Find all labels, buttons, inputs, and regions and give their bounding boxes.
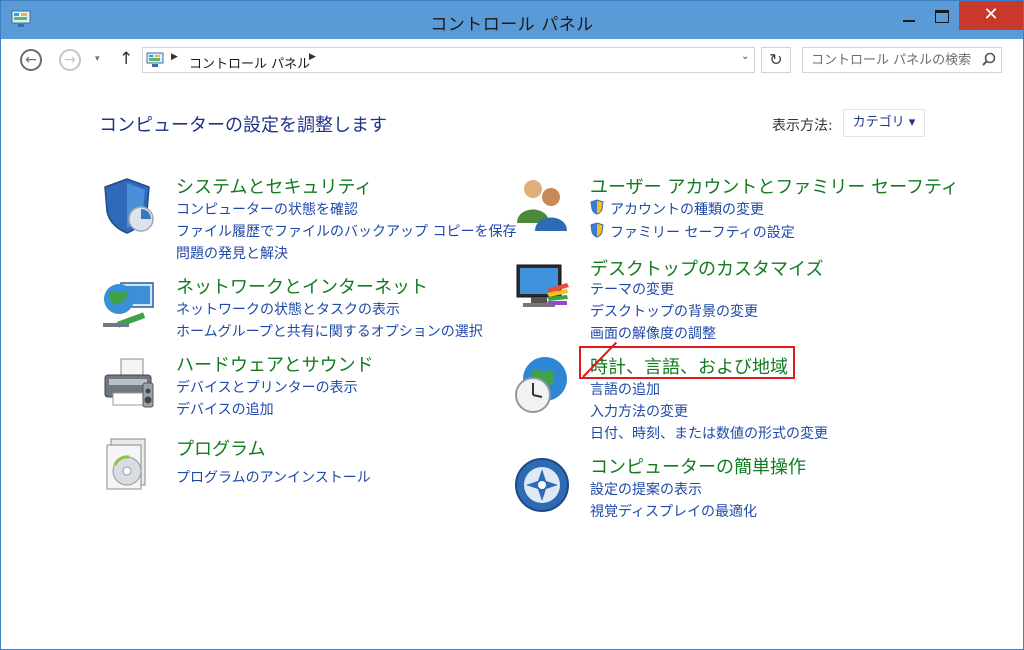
link-add-device[interactable]: デバイスの追加	[176, 399, 274, 419]
address-bar[interactable]: ▶ コントロール パネル ▶	[142, 47, 755, 73]
breadcrumb-separator-icon[interactable]: ▶	[309, 52, 316, 62]
link-uninstall-program[interactable]: プログラムのアンインストール	[176, 467, 371, 487]
address-dropdown-icon[interactable]: ⌄	[741, 51, 749, 62]
back-button[interactable]: ←	[20, 49, 42, 71]
search-icon[interactable]	[982, 52, 996, 66]
forward-button[interactable]: →	[59, 49, 81, 71]
printer-icon[interactable]	[99, 353, 157, 413]
recent-locations-dropdown[interactable]: ▾	[95, 54, 100, 64]
programs-icon[interactable]	[99, 433, 157, 493]
network-icon[interactable]	[99, 273, 157, 333]
link-find-fix-problems[interactable]: 問題の発見と解決	[176, 243, 288, 263]
link-change-account-type[interactable]: アカウントの種類の変更	[610, 199, 764, 219]
shield-icon[interactable]	[99, 175, 157, 235]
link-file-history-backup[interactable]: ファイル履歴でファイルのバックアップ コピーを保存	[176, 221, 516, 241]
ease-of-access-icon[interactable]	[513, 455, 571, 515]
breadcrumb-control-panel[interactable]: コントロール パネル	[189, 53, 310, 72]
title-bar[interactable]: コントロール パネル ✕	[1, 1, 1023, 39]
link-recommended-settings[interactable]: 設定の提案の表示	[590, 479, 702, 499]
refresh-button[interactable]: ↻	[761, 47, 791, 73]
link-adjust-resolution[interactable]: 画面の解像度の調整	[590, 323, 716, 343]
category-title-programs[interactable]: プログラム	[176, 435, 265, 461]
link-devices-printers[interactable]: デバイスとプリンターの表示	[176, 377, 358, 397]
minimize-button[interactable]	[887, 1, 931, 31]
category-title-system-security[interactable]: システムとセキュリティ	[176, 173, 372, 199]
page-title: コンピューターの設定を調整します	[99, 115, 387, 136]
close-icon: ✕	[983, 4, 999, 25]
link-optimize-visual-display[interactable]: 視覚ディスプレイの最適化	[590, 501, 757, 521]
link-add-language[interactable]: 言語の追加	[590, 379, 660, 399]
annotation-highlight-box	[579, 346, 795, 379]
category-title-ease-of-access[interactable]: コンピューターの簡単操作	[590, 453, 806, 479]
link-family-safety[interactable]: ファミリー セーフティの設定	[610, 222, 795, 242]
link-change-input-methods[interactable]: 入力方法の変更	[590, 401, 688, 421]
uac-shield-icon	[590, 199, 604, 215]
link-change-theme[interactable]: テーマの変更	[590, 279, 674, 299]
navigation-bar: ← → ▾ ↑ ▶ コントロール パネル ▶ ⌄ ↻	[9, 39, 1015, 83]
up-button[interactable]: ↑	[119, 49, 133, 69]
view-by-label: 表示方法:	[772, 118, 833, 134]
close-button[interactable]: ✕	[959, 1, 1023, 30]
link-network-status-tasks[interactable]: ネットワークの状態とタスクの表示	[176, 299, 400, 319]
breadcrumb-separator-icon[interactable]: ▶	[171, 52, 178, 62]
clock-globe-icon[interactable]	[513, 355, 571, 415]
view-by-dropdown[interactable]: カテゴリ ▾	[843, 109, 925, 137]
main-content: コンピューターの設定を調整します 表示方法: カテゴリ ▾ システムとセキュリテ…	[9, 83, 1015, 643]
users-icon[interactable]	[513, 175, 571, 235]
category-title-network-internet[interactable]: ネットワークとインターネット	[176, 273, 428, 299]
link-change-desktop-background[interactable]: デスクトップの背景の変更	[590, 301, 758, 321]
link-check-computer-status[interactable]: コンピューターの状態を確認	[176, 199, 358, 219]
link-homegroup-sharing-options[interactable]: ホームグループと共有に関するオプションの選択	[176, 321, 483, 341]
maximize-button[interactable]	[931, 1, 957, 31]
category-title-appearance[interactable]: デスクトップのカスタマイズ	[590, 255, 823, 281]
control-panel-icon	[146, 52, 164, 67]
uac-shield-icon	[590, 222, 604, 238]
category-title-user-accounts[interactable]: ユーザー アカウントとファミリー セーフティ	[590, 173, 959, 199]
window-title: コントロール パネル	[430, 15, 594, 35]
category-title-hardware-sound[interactable]: ハードウェアとサウンド	[176, 351, 374, 377]
desktop-icon[interactable]	[513, 259, 571, 319]
control-panel-window: コントロール パネル ✕ ← → ▾ ↑ ▶ コントロール パネル ▶ ⌄ ↻	[0, 0, 1024, 650]
search-input[interactable]	[802, 47, 1002, 73]
link-change-date-time-number-formats[interactable]: 日付、時刻、または数値の形式の変更	[590, 423, 828, 443]
